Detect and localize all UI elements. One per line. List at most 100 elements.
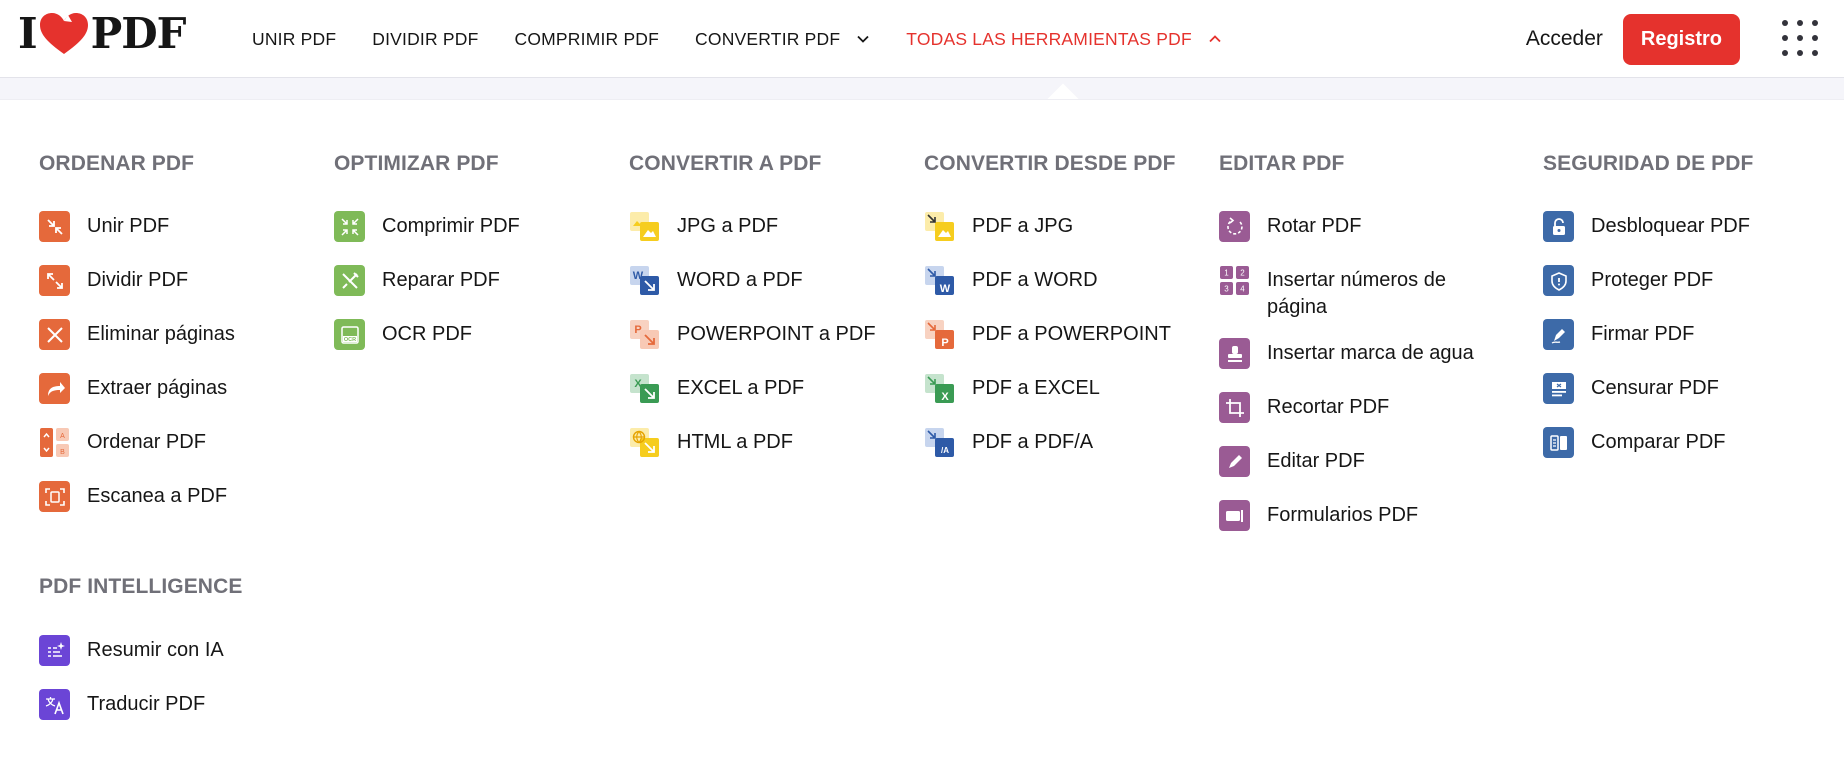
tool-escanea-a-pdf[interactable]: Escanea a PDF — [39, 481, 227, 512]
svg-text:A: A — [60, 433, 65, 440]
svg-text:4: 4 — [1240, 285, 1245, 294]
nav-convertir-pdf[interactable]: CONVERTIR PDF — [695, 29, 870, 50]
tool-label: Insertar números de página — [1267, 269, 1446, 318]
nav-unir-pdf[interactable]: UNIR PDF — [252, 29, 336, 50]
nav-comprimir-pdf[interactable]: COMPRIMIR PDF — [515, 29, 660, 50]
excel-to-pdf-icon: X — [629, 373, 660, 404]
pdf-to-word-icon: W — [924, 265, 955, 296]
tool-censurar-pdf[interactable]: Censurar PDF — [1543, 373, 1719, 404]
tool-dividir-pdf[interactable]: Dividir PDF — [39, 265, 188, 296]
tool-label: POWERPOINT a PDF — [677, 323, 876, 345]
scan-icon — [39, 481, 70, 512]
tool-comprimir-pdf[interactable]: Comprimir PDF — [334, 211, 520, 242]
jpg-to-pdf-icon — [629, 211, 660, 242]
tool-label: Firmar PDF — [1591, 323, 1695, 345]
tool-jpg-a-pdf[interactable]: JPG a PDF — [629, 211, 778, 242]
pdf-to-powerpoint-icon: P — [924, 319, 955, 350]
signup-button[interactable]: Registro — [1622, 13, 1740, 65]
tool-label: Censurar PDF — [1591, 377, 1719, 399]
tool-label: PDF a WORD — [972, 269, 1098, 291]
tool-label: Dividir PDF — [87, 269, 189, 291]
redact-icon — [1543, 373, 1574, 404]
tool-powerpoint-a-pdf[interactable]: P POWERPOINT a PDF — [629, 319, 876, 350]
tool-excel-a-pdf[interactable]: X EXCEL a PDF — [629, 373, 804, 404]
watermark-icon — [1219, 338, 1250, 369]
pdf-to-jpg-icon — [924, 211, 955, 242]
tool-label: Traducir PDF — [87, 693, 206, 715]
svg-text:X: X — [941, 391, 949, 403]
tool-reparar-pdf[interactable]: Reparar PDF — [334, 265, 500, 296]
svg-text:/A: /A — [941, 446, 949, 455]
logo-text-pdf: PDF — [90, 9, 187, 58]
tool-label: Editar PDF — [1267, 450, 1365, 472]
tool-pdf-a-pdfa[interactable]: /A PDF a PDF/A — [924, 427, 1093, 458]
tool-proteger-pdf[interactable]: Proteger PDF — [1543, 265, 1713, 296]
tool-label: PDF a PDF/A — [972, 431, 1094, 453]
tool-insertar-marca-agua[interactable]: Insertar marca de agua — [1219, 338, 1474, 369]
logo-letter-i: I — [18, 9, 38, 58]
category-title-ordenar: ORDENAR PDF — [39, 152, 195, 175]
ocr-icon: OCR — [334, 319, 365, 350]
tool-firmar-pdf[interactable]: Firmar PDF — [1543, 319, 1694, 350]
tool-resumir-con-ia[interactable]: Resumir con IA — [39, 635, 224, 666]
category-title-intelligence: PDF INTELLIGENCE — [39, 575, 243, 598]
tool-comparar-pdf[interactable]: Comparar PDF — [1543, 427, 1725, 458]
sign-icon — [1543, 319, 1574, 350]
split-icon — [39, 265, 70, 296]
tool-label: Unir PDF — [87, 215, 170, 237]
unlock-icon — [1543, 211, 1574, 242]
word-to-pdf-icon: W — [629, 265, 660, 296]
repair-icon — [334, 265, 365, 296]
tool-editar-pdf[interactable]: Editar PDF — [1219, 446, 1365, 477]
header-actions: Acceder Registro — [1526, 0, 1844, 78]
main-nav: UNIR PDF DIVIDIR PDF COMPRIMIR PDF CONVE… — [252, 0, 1258, 78]
tool-unir-pdf[interactable]: Unir PDF — [39, 211, 169, 242]
translate-icon — [39, 689, 70, 720]
tool-traducir-pdf[interactable]: Traducir PDF — [39, 689, 205, 720]
svg-text:W: W — [633, 270, 644, 282]
tool-label: PDF a EXCEL — [972, 377, 1100, 399]
ilovepdf-logo[interactable]: I PDF — [18, 9, 187, 58]
pdf-to-pdfa-icon: /A — [924, 427, 955, 458]
tool-label: PDF a JPG — [972, 215, 1074, 237]
nav-dividir-pdf[interactable]: DIVIDIR PDF — [372, 29, 478, 50]
tool-pdf-a-jpg[interactable]: PDF a JPG — [924, 211, 1073, 242]
tool-recortar-pdf[interactable]: Recortar PDF — [1219, 392, 1389, 423]
tool-insertar-numeros[interactable]: 1 2 3 4 Insertar números de página — [1219, 265, 1477, 321]
tool-word-a-pdf[interactable]: W WORD a PDF — [629, 265, 803, 296]
login-link[interactable]: Acceder — [1526, 27, 1603, 51]
tool-label: EXCEL a PDF — [677, 377, 805, 399]
tool-pdf-a-word[interactable]: W PDF a WORD — [924, 265, 1098, 296]
category-title-optimizar: OPTIMIZAR PDF — [334, 152, 499, 175]
tool-pdf-a-powerpoint[interactable]: P PDF a POWERPOINT — [924, 319, 1171, 350]
tool-label: Proteger PDF — [1591, 269, 1714, 291]
category-title-convertir-desde: CONVERTIR DESDE PDF — [924, 152, 1176, 175]
heart-logo-icon — [39, 13, 88, 54]
apps-grid-icon[interactable] — [1782, 20, 1820, 58]
tool-rotar-pdf[interactable]: Rotar PDF — [1219, 211, 1361, 242]
svg-text:B: B — [60, 449, 65, 456]
organize-icon: AB — [39, 427, 70, 458]
tool-label: Ordenar PDF — [87, 431, 206, 453]
tool-eliminar-paginas[interactable]: Eliminar páginas — [39, 319, 235, 350]
tool-formularios-pdf[interactable]: Formularios PDF — [1219, 500, 1418, 531]
tool-label: Escanea a PDF — [87, 485, 228, 507]
tools-mega-menu: ORDENAR PDF Unir PDF Dividir PDF Elimina… — [0, 99, 1844, 775]
svg-text:3: 3 — [1224, 285, 1229, 294]
nav-todas-herramientas[interactable]: TODAS LAS HERRAMIENTAS PDF — [906, 29, 1222, 50]
tool-extraer-paginas[interactable]: Extraer páginas — [39, 373, 227, 404]
tool-pdf-a-excel[interactable]: X PDF a EXCEL — [924, 373, 1100, 404]
nav-label: CONVERTIR PDF — [695, 28, 841, 49]
svg-text:W: W — [940, 283, 951, 295]
tool-desbloquear-pdf[interactable]: Desbloquear PDF — [1543, 211, 1750, 242]
chevron-down-icon — [857, 35, 869, 43]
tool-ocr-pdf[interactable]: OCR OCR PDF — [334, 319, 472, 350]
tool-html-a-pdf[interactable]: HTML a PDF — [629, 427, 793, 458]
tool-label: Rotar PDF — [1267, 215, 1362, 237]
nav-label: COMPRIMIR PDF — [514, 28, 660, 49]
tool-label: Resumir con IA — [87, 639, 224, 661]
tool-label: OCR PDF — [382, 323, 472, 345]
powerpoint-to-pdf-icon: P — [629, 319, 660, 350]
tool-label: Desbloquear PDF — [1591, 215, 1750, 237]
tool-ordenar-pdf[interactable]: AB Ordenar PDF — [39, 427, 206, 458]
